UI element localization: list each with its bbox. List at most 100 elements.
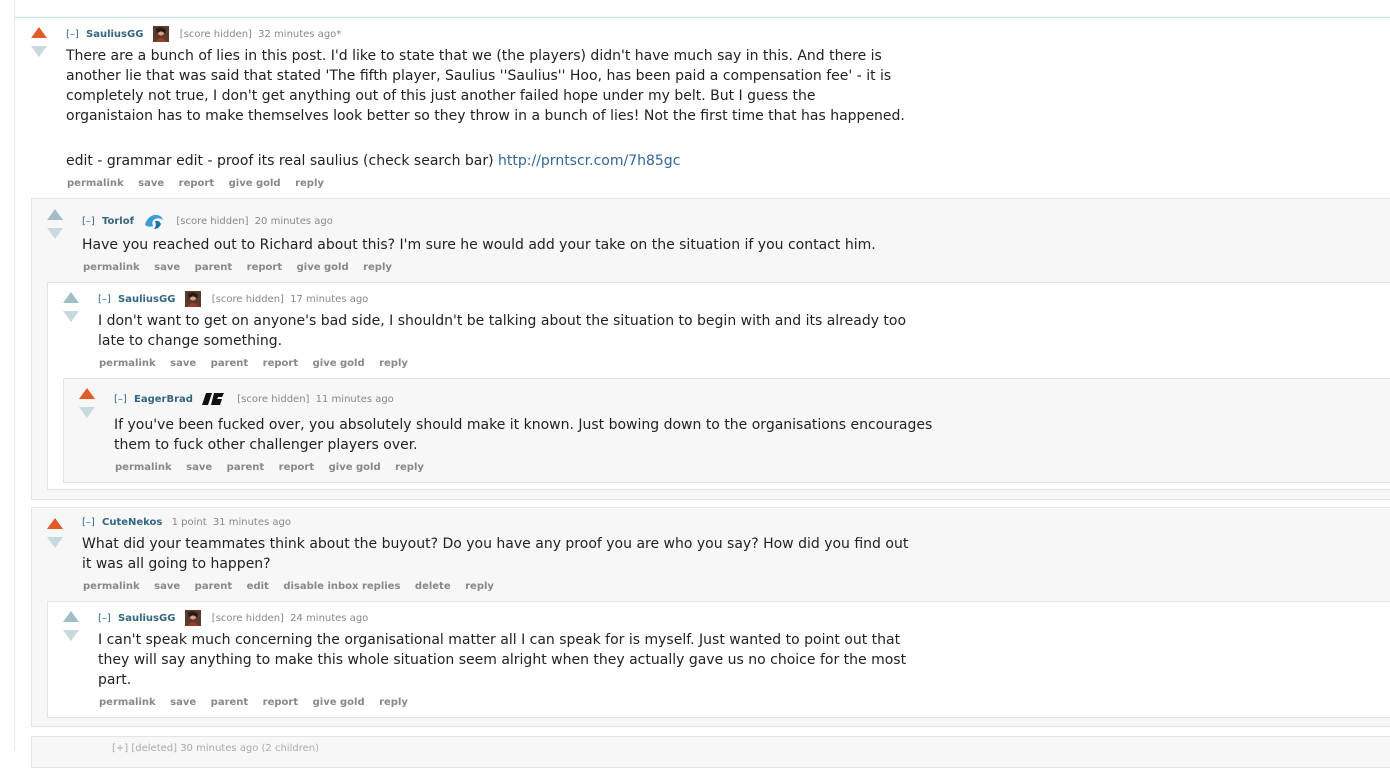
report-button[interactable]: report — [263, 697, 298, 708]
comment-body: Have you reached out to Richard about th… — [82, 237, 876, 253]
downvote-arrow-icon[interactable] — [47, 537, 63, 548]
comment-time: 32 minutes ago* — [258, 29, 342, 40]
comment-author[interactable]: EagerBrad — [134, 394, 193, 405]
give-gold-button[interactable]: give gold — [329, 462, 381, 473]
comment-time: 20 minutes ago — [254, 216, 333, 227]
save-button[interactable]: save — [186, 462, 212, 473]
comment-time: 31 minutes ago — [212, 517, 291, 528]
comment-tagline: [–] EagerBrad [score hidden] 11 minutes … — [114, 391, 394, 407]
user-flair-icon — [184, 610, 201, 626]
comment-actions: permalink save parent report give gold r… — [83, 262, 403, 273]
vote-arrows — [79, 388, 95, 418]
comment-score: [score hidden] — [237, 394, 310, 405]
edit-note-text: edit - grammar edit - proof its real sau… — [66, 153, 499, 169]
collapsed-comment-tagline[interactable]: [+] [deleted] 30 minutes ago (2 children… — [112, 743, 319, 754]
parent-button[interactable]: parent — [195, 581, 233, 592]
parent-button[interactable]: parent — [195, 262, 233, 273]
downvote-arrow-icon[interactable] — [63, 630, 79, 641]
comment-body: What did your teammates think about the … — [82, 536, 909, 572]
comment-actions: permalink save parent report give gold r… — [115, 462, 435, 473]
permalink-button[interactable]: permalink — [83, 581, 140, 592]
reply-button[interactable]: reply — [395, 462, 424, 473]
vote-arrows — [63, 292, 79, 322]
upvote-arrow-icon[interactable] — [31, 27, 47, 38]
parent-button[interactable]: parent — [211, 358, 249, 369]
downvote-arrow-icon[interactable] — [31, 46, 47, 57]
vote-arrows — [47, 518, 63, 548]
comment-time: 24 minutes ago — [290, 613, 369, 624]
vote-arrows — [63, 611, 79, 641]
reply-button[interactable]: reply — [363, 262, 392, 273]
collapse-toggle[interactable]: [–] — [82, 216, 95, 227]
upvote-arrow-icon[interactable] — [63, 292, 79, 303]
reply-button[interactable]: reply — [379, 358, 408, 369]
user-flair-icon — [152, 26, 169, 42]
upvote-arrow-icon[interactable] — [63, 611, 79, 622]
save-button[interactable]: save — [154, 581, 180, 592]
comment-author[interactable]: SauliusGG — [118, 613, 175, 624]
upvote-arrow-icon[interactable] — [47, 209, 63, 220]
disable-inbox-replies-button[interactable]: disable inbox replies — [283, 581, 400, 592]
downvote-arrow-icon[interactable] — [79, 407, 95, 418]
save-button[interactable]: save — [170, 358, 196, 369]
give-gold-button[interactable]: give gold — [313, 697, 365, 708]
vote-arrows — [47, 209, 63, 239]
collapse-toggle[interactable]: [–] — [98, 294, 111, 305]
comment-score: [score hidden] — [176, 216, 249, 227]
reply-button[interactable]: reply — [295, 178, 324, 189]
give-gold-button[interactable]: give gold — [297, 262, 349, 273]
reply-button[interactable]: reply — [465, 581, 494, 592]
top-border — [15, 17, 1390, 18]
report-button[interactable]: report — [279, 462, 314, 473]
collapse-toggle[interactable]: [–] — [82, 517, 95, 528]
report-button[interactable]: report — [179, 178, 214, 189]
permalink-button[interactable]: permalink — [83, 262, 140, 273]
permalink-button[interactable]: permalink — [67, 178, 124, 189]
parent-button[interactable]: parent — [211, 697, 249, 708]
report-button[interactable]: report — [247, 262, 282, 273]
save-button[interactable]: save — [154, 262, 180, 273]
collapse-toggle[interactable]: [–] — [66, 29, 79, 40]
comment-actions: permalink save report give gold reply — [67, 178, 335, 189]
comment-edit-note: edit - grammar edit - proof its real sau… — [66, 151, 906, 171]
left-border — [14, 0, 15, 750]
user-flair-icon — [184, 291, 201, 307]
comment-score: [score hidden] — [211, 294, 284, 305]
parent-button[interactable]: parent — [227, 462, 265, 473]
permalink-button[interactable]: permalink — [99, 697, 156, 708]
upvote-arrow-icon[interactable] — [47, 518, 63, 529]
comment-body: I don't want to get on anyone's bad side… — [98, 313, 907, 349]
collapse-toggle[interactable]: [–] — [114, 394, 127, 405]
downvote-arrow-icon[interactable] — [63, 311, 79, 322]
edit-button[interactable]: edit — [247, 581, 269, 592]
comment-body: I can't speak much concerning the organi… — [98, 632, 907, 688]
comment-tagline: [–] Torlof [score hidden] 20 minutes ago — [82, 211, 333, 231]
proof-link[interactable]: http://prntscr.com/7h85gc — [498, 153, 680, 169]
comment-tagline: [–] SauliusGG [score hidden] 32 minutes … — [66, 26, 341, 42]
reply-button[interactable]: reply — [379, 697, 408, 708]
comment-tagline: [–] SauliusGG [score hidden] 24 minutes … — [98, 610, 368, 626]
comment-score: 1 point — [171, 517, 207, 528]
downvote-arrow-icon[interactable] — [47, 228, 63, 239]
upvote-arrow-icon[interactable] — [79, 388, 95, 399]
comment-body: If you've been fucked over, you absolute… — [114, 417, 933, 453]
comment-author[interactable]: CuteNekos — [102, 517, 162, 528]
comment-time: 17 minutes ago — [290, 294, 369, 305]
save-button[interactable]: save — [138, 178, 164, 189]
team-liquid-flair-icon — [143, 211, 165, 231]
save-button[interactable]: save — [170, 697, 196, 708]
permalink-button[interactable]: permalink — [115, 462, 172, 473]
permalink-button[interactable]: permalink — [99, 358, 156, 369]
give-gold-button[interactable]: give gold — [313, 358, 365, 369]
collapse-toggle[interactable]: [–] — [98, 613, 111, 624]
comment-tagline: [–] CuteNekos 1 point 31 minutes ago — [82, 517, 291, 528]
comment-body: There are a bunch of lies in this post. … — [66, 48, 905, 124]
comment-actions: permalink save parent edit disable inbox… — [83, 581, 505, 592]
delete-button[interactable]: delete — [415, 581, 451, 592]
vote-arrows — [31, 27, 47, 57]
comment-author[interactable]: SauliusGG — [118, 294, 175, 305]
comment-author[interactable]: Torlof — [102, 216, 134, 227]
comment-author[interactable]: SauliusGG — [86, 29, 143, 40]
give-gold-button[interactable]: give gold — [229, 178, 281, 189]
report-button[interactable]: report — [263, 358, 298, 369]
